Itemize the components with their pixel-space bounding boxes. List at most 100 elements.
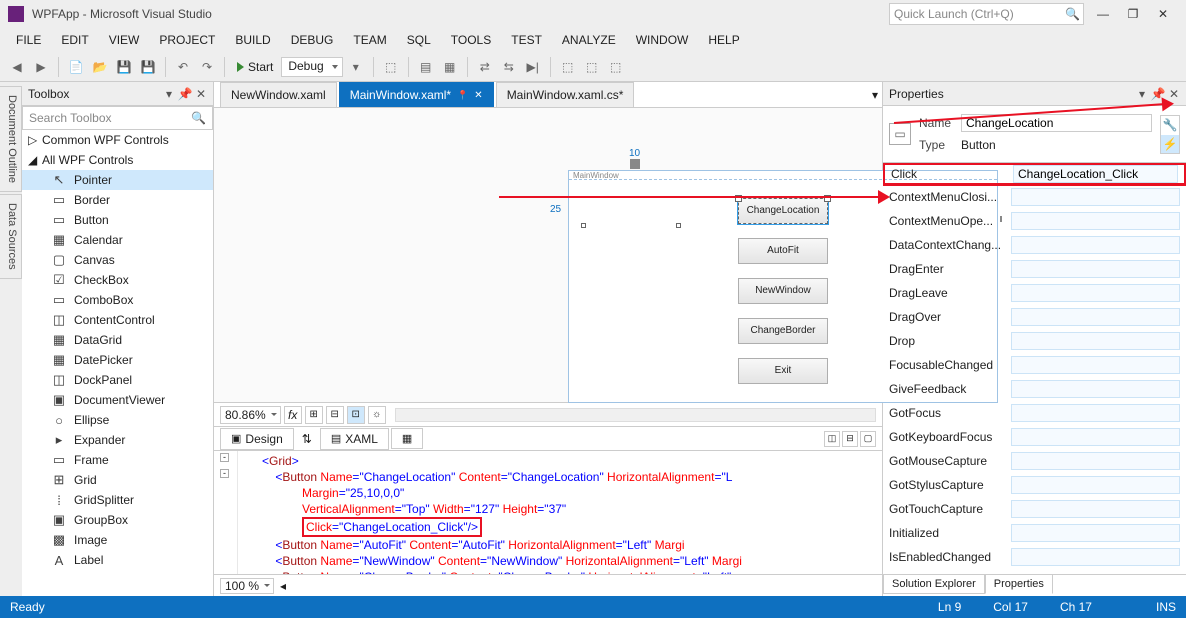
event-handler-input[interactable] [1011, 452, 1180, 470]
event-handler-input[interactable] [1011, 404, 1180, 422]
xaml-editor[interactable]: - - <Grid> <Button Name="ChangeLocation"… [214, 451, 882, 574]
nav-forward-button[interactable]: ▶ [30, 56, 52, 78]
design-tab[interactable]: ▣ Design [220, 428, 294, 450]
resize-handle-icon[interactable] [581, 223, 586, 228]
config-combo[interactable]: Debug [281, 57, 342, 77]
toolbar-btn-5[interactable]: ⇆ [498, 56, 520, 78]
designer-surface[interactable]: 25 10 MainWindow ChangeLocation AutoFit … [214, 108, 882, 403]
menu-team[interactable]: TEAM [343, 29, 396, 51]
design-btn-newwindow[interactable]: NewWindow [738, 278, 828, 304]
tab-properties[interactable]: Properties [985, 575, 1053, 594]
events-icon[interactable]: ⚡ [1161, 135, 1179, 153]
toolbar-btn-2[interactable]: ▤ [415, 56, 437, 78]
nav-back-button[interactable]: ◀ [6, 56, 28, 78]
designer-hscroll[interactable] [395, 408, 876, 422]
redo-button[interactable]: ↷ [196, 56, 218, 78]
toolbox-group-all[interactable]: ◢All WPF Controls [22, 150, 213, 170]
toolbar-btn-3[interactable]: ▦ [439, 56, 461, 78]
minimize-button[interactable]: — [1088, 3, 1118, 25]
doc-tab-mainwindow-xaml[interactable]: MainWindow.xaml*📍✕ [339, 82, 494, 107]
menu-edit[interactable]: EDIT [51, 29, 98, 51]
pin-icon[interactable]: 📌 [1152, 88, 1164, 100]
toolbox-item-border[interactable]: ▭Border [22, 190, 213, 210]
new-project-button[interactable]: 📄 [65, 56, 87, 78]
menu-project[interactable]: PROJECT [149, 29, 225, 51]
toolbox-item-label[interactable]: ALabel [22, 550, 213, 570]
ruler-handle-icon[interactable] [630, 159, 640, 169]
toolbar-btn-4[interactable]: ⇄ [474, 56, 496, 78]
doc-tab-newwindow[interactable]: NewWindow.xaml [220, 82, 337, 107]
design-btn-changelocation[interactable]: ChangeLocation [738, 198, 828, 224]
close-icon[interactable]: ✕ [474, 90, 482, 101]
collapse-icon[interactable]: - [220, 453, 229, 462]
event-handler-input[interactable] [1011, 356, 1180, 374]
design-btn-autofit[interactable]: AutoFit [738, 238, 828, 264]
grid-button-1[interactable]: ⊞ [305, 406, 323, 424]
toolbar-btn-8[interactable]: ⬚ [581, 56, 603, 78]
menu-debug[interactable]: DEBUG [281, 29, 344, 51]
toolbox-item-frame[interactable]: ▭Frame [22, 450, 213, 470]
restore-button[interactable]: ❐ [1118, 3, 1148, 25]
toolbox-item-expander[interactable]: ▸Expander [22, 430, 213, 450]
dropdown-icon[interactable]: ▾ [1136, 88, 1148, 100]
toolbox-item-dockpanel[interactable]: ◫DockPanel [22, 370, 213, 390]
tab-solution-explorer[interactable]: Solution Explorer [883, 575, 985, 594]
toolbox-group-common[interactable]: ▷Common WPF Controls [22, 130, 213, 150]
event-handler-input[interactable] [1011, 212, 1180, 230]
menu-analyze[interactable]: ANALYZE [552, 29, 626, 51]
menu-tools[interactable]: TOOLS [441, 29, 501, 51]
menu-build[interactable]: BUILD [225, 29, 280, 51]
zoom-combo[interactable]: 80.86% [220, 406, 281, 424]
menu-test[interactable]: TEST [501, 29, 552, 51]
design-btn-exit[interactable]: Exit [738, 358, 828, 384]
menu-window[interactable]: WINDOW [626, 29, 699, 51]
event-handler-input[interactable] [1011, 524, 1180, 542]
toolbox-item-groupbox[interactable]: ▣GroupBox [22, 510, 213, 530]
resize-handle-icon[interactable] [676, 223, 681, 228]
toolbox-item-ellipse[interactable]: ○Ellipse [22, 410, 213, 430]
quick-launch-input[interactable]: Quick Launch (Ctrl+Q) 🔍 [889, 3, 1084, 25]
menu-view[interactable]: VIEW [99, 29, 150, 51]
config-more-icon[interactable]: ▾ [345, 56, 367, 78]
toolbox-item-canvas[interactable]: ▢Canvas [22, 250, 213, 270]
split-horizontal-button[interactable]: ⊟ [842, 431, 858, 447]
xaml-doc-button[interactable]: ▦ [391, 428, 423, 449]
menu-sql[interactable]: SQL [397, 29, 441, 51]
event-handler-input[interactable] [1011, 308, 1180, 326]
toolbox-item-checkbox[interactable]: ☑CheckBox [22, 270, 213, 290]
fx-button[interactable]: fx [284, 406, 302, 424]
toolbar-btn-9[interactable]: ⬚ [605, 56, 627, 78]
pin-icon[interactable]: 📌 [179, 88, 191, 100]
close-icon[interactable]: ✕ [1168, 88, 1180, 100]
wrench-icon[interactable]: 🔧 [1161, 116, 1179, 134]
toolbox-item-contentcontrol[interactable]: ◫ContentControl [22, 310, 213, 330]
tab-document-outline[interactable]: Document Outline [0, 86, 22, 192]
event-handler-input[interactable] [1011, 500, 1180, 518]
dropdown-icon[interactable]: ▾ [163, 88, 175, 100]
toolbox-item-combobox[interactable]: ▭ComboBox [22, 290, 213, 310]
code-content[interactable]: <Grid> <Button Name="ChangeLocation" Con… [238, 451, 882, 574]
event-handler-input[interactable] [1011, 260, 1180, 278]
toolbox-item-gridsplitter[interactable]: ⁞GridSplitter [22, 490, 213, 510]
event-handler-input[interactable] [1011, 476, 1180, 494]
grid-button-2[interactable]: ⊟ [326, 406, 344, 424]
toolbox-item-image[interactable]: ▩Image [22, 530, 213, 550]
effects-button[interactable]: ☼ [368, 406, 386, 424]
split-vertical-button[interactable]: ◫ [824, 431, 840, 447]
event-handler-input[interactable] [1011, 332, 1180, 350]
swap-panes-button[interactable]: ⇅ [296, 429, 318, 449]
toolbox-item-datagrid[interactable]: ▦DataGrid [22, 330, 213, 350]
event-handler-input[interactable] [1011, 236, 1180, 254]
tab-data-sources[interactable]: Data Sources [0, 194, 22, 279]
toolbox-search-input[interactable]: Search Toolbox 🔍 [22, 106, 213, 130]
menu-help[interactable]: HELP [698, 29, 749, 51]
name-input[interactable] [961, 114, 1152, 132]
doc-tab-mainwindow-cs[interactable]: MainWindow.xaml.cs* [496, 82, 635, 107]
toolbox-item-button[interactable]: ▭Button [22, 210, 213, 230]
event-handler-input[interactable] [1011, 428, 1180, 446]
snap-button[interactable]: ⊡ [347, 406, 365, 424]
close-button[interactable]: ✕ [1148, 3, 1178, 25]
save-button[interactable]: 💾 [113, 56, 135, 78]
xaml-tab[interactable]: ▤ XAML [320, 428, 389, 450]
event-handler-input[interactable] [1013, 165, 1178, 183]
